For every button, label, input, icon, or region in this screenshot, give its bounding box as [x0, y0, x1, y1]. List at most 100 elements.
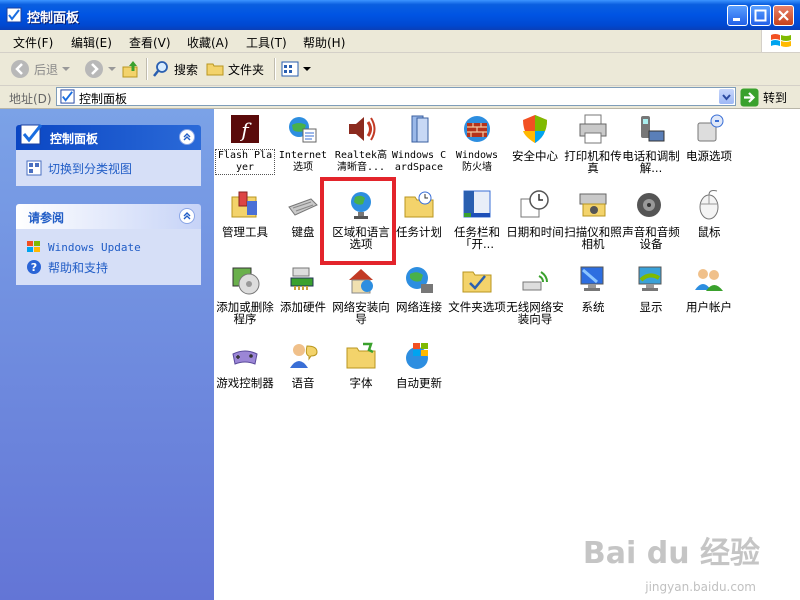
system-item[interactable]: 系统	[564, 264, 622, 313]
maximize-button[interactable]	[750, 5, 771, 26]
network-globe-icon	[406, 267, 433, 293]
clock-icon	[520, 190, 549, 218]
taskbar-icon	[463, 190, 491, 218]
network-setup-wizard-item[interactable]: 网络安装向导	[332, 264, 390, 325]
camera-icon	[579, 193, 607, 217]
automatic-updates-item[interactable]: 自动更新	[390, 340, 448, 389]
menu-file[interactable]: 文件(F)	[13, 34, 53, 51]
maximize-icon	[754, 9, 767, 22]
menu-favorites[interactable]: 收藏(A)	[187, 34, 229, 51]
go-button[interactable]: 转到	[740, 87, 787, 107]
menu-edit[interactable]: 编辑(E)	[71, 34, 112, 51]
title-bar[interactable]: 控制面板	[0, 0, 800, 30]
help-icon: ?	[27, 260, 41, 274]
menu-view[interactable]: 查看(V)	[129, 34, 171, 51]
control-panel-box-header[interactable]: 控制面板	[16, 124, 201, 150]
administrative-tools-item[interactable]: 管理工具	[216, 189, 274, 238]
printers-and-faxes-item[interactable]: 打印机和传真	[564, 113, 622, 174]
speaker-cone-icon	[637, 193, 661, 217]
shield-icon	[523, 115, 547, 143]
back-button[interactable]: 后退	[10, 59, 71, 79]
window-title: 控制面板	[27, 11, 80, 26]
menu-help[interactable]: 帮助(H)	[303, 34, 345, 51]
forward-arrow-icon	[85, 60, 103, 78]
user-accounts-item[interactable]: 用户帐户	[680, 264, 738, 313]
collapse-button[interactable]	[179, 208, 195, 224]
wireless-network-setup-wizard-item[interactable]: 无线网络安装向导	[506, 264, 564, 325]
folder-options-icon	[462, 271, 492, 293]
menu-bar: 文件(F) 编辑(E) 查看(V) 收藏(A) 工具(T) 帮助(H)	[0, 30, 800, 53]
up-folder-icon	[122, 61, 138, 78]
internet-options-icon	[289, 117, 317, 143]
chevron-down-icon	[62, 67, 71, 71]
views-button[interactable]	[281, 59, 311, 79]
address-bar: 地址(D) 控制面板 转到	[0, 86, 800, 109]
add-or-remove-programs-item[interactable]: 添加或删除程序	[216, 264, 274, 325]
date-and-time-item[interactable]: 日期和时间	[506, 189, 564, 238]
toolbar: 后退 搜索 文件夹	[0, 53, 800, 86]
taskbar-and-start-menu-item[interactable]: 任务栏和「开...	[448, 189, 506, 250]
address-dropdown-button[interactable]	[719, 89, 734, 104]
home-network-icon	[349, 269, 373, 294]
windows-update-link[interactable]: Windows Update	[26, 237, 191, 257]
address-value: 控制面板	[79, 92, 128, 106]
category-view-icon	[26, 160, 42, 176]
windows-update-icon	[27, 241, 40, 252]
internet-options-item[interactable]: Internet 选项	[274, 113, 332, 174]
switch-to-category-view-label: 切换到分类视图	[48, 161, 133, 176]
scanners-and-cameras-item[interactable]: 扫描仪和照相机	[564, 189, 622, 250]
help-and-support-link[interactable]: ? 帮助和支持	[26, 257, 191, 277]
folder-options-item[interactable]: 文件夹选项	[448, 264, 506, 313]
speaker-icon	[349, 117, 376, 141]
speech-item[interactable]: 语音	[274, 340, 332, 389]
forward-button[interactable]	[84, 59, 116, 79]
close-button[interactable]	[773, 5, 794, 26]
search-button[interactable]: 搜索	[152, 59, 198, 79]
phone-and-modem-item[interactable]: 电话和调制解...	[622, 113, 680, 174]
flash-icon: f	[231, 115, 259, 143]
add-hardware-icon	[290, 267, 314, 290]
folders-label: 文件夹	[228, 62, 265, 77]
control-panel-box: 控制面板 切换到分类视图	[16, 124, 201, 186]
fonts-folder-icon	[346, 342, 376, 369]
control-panel-box-body: 切换到分类视图	[16, 150, 201, 186]
fonts-item[interactable]: 字体	[332, 340, 390, 389]
control-panel-box-title: 控制面板	[50, 132, 99, 146]
security-center-item[interactable]: 安全中心	[506, 113, 564, 162]
computer-icon	[580, 266, 604, 291]
icon-view: f Flash Player Internet 选项 Realtek高清晰音..…	[214, 109, 800, 600]
folders-button[interactable]: 文件夹	[206, 59, 264, 79]
help-and-support-label: 帮助和支持	[48, 260, 109, 275]
scheduled-tasks-item[interactable]: 任务计划	[390, 189, 448, 238]
game-controllers-item[interactable]: 游戏控制器	[216, 340, 274, 389]
svg-text:?: ?	[31, 261, 37, 274]
mouse-item[interactable]: 鼠标	[680, 189, 738, 238]
switch-to-category-view-link[interactable]: 切换到分类视图	[26, 158, 191, 178]
add-hardware-item[interactable]: 添加硬件	[274, 264, 332, 313]
address-input[interactable]: 控制面板	[56, 87, 736, 106]
see-also-header[interactable]: 请参阅	[16, 204, 201, 229]
task-pane: 控制面板 切换到分类视图 请参阅 Windows Update ? 帮助和支持	[0, 109, 214, 600]
back-arrow-icon	[11, 60, 29, 78]
chevron-down-icon	[108, 67, 116, 71]
up-folder-button[interactable]	[121, 59, 141, 79]
minimize-button[interactable]	[727, 5, 748, 26]
realtek-audio-item[interactable]: Realtek高清晰音...	[332, 113, 390, 174]
go-label: 转到	[763, 90, 788, 105]
collapse-button[interactable]	[179, 129, 195, 145]
menu-tools[interactable]: 工具(T)	[246, 34, 287, 51]
windows-firewall-item[interactable]: Windows 防火墙	[448, 113, 506, 174]
control-panel-icon	[6, 7, 22, 23]
display-icon	[638, 266, 662, 291]
sounds-and-audio-devices-item[interactable]: 声音和音频设备	[622, 189, 680, 250]
search-label: 搜索	[174, 62, 199, 77]
power-options-item[interactable]: 电源选项	[680, 113, 738, 162]
flash-player-item[interactable]: f Flash Player	[215, 113, 275, 175]
control-panel-window: 控制面板 文件(F) 编辑(E) 查看(V) 收藏(A) 工具(T) 帮助(H)	[0, 0, 800, 600]
search-icon	[153, 61, 168, 77]
baidu-jingyan-watermark: Bai du 经验	[582, 536, 760, 571]
network-connections-item[interactable]: 网络连接	[390, 264, 448, 313]
windows-cardspace-item[interactable]: Windows CardSpace	[390, 113, 448, 174]
minimize-icon	[733, 18, 740, 21]
display-item[interactable]: 显示	[622, 264, 680, 313]
